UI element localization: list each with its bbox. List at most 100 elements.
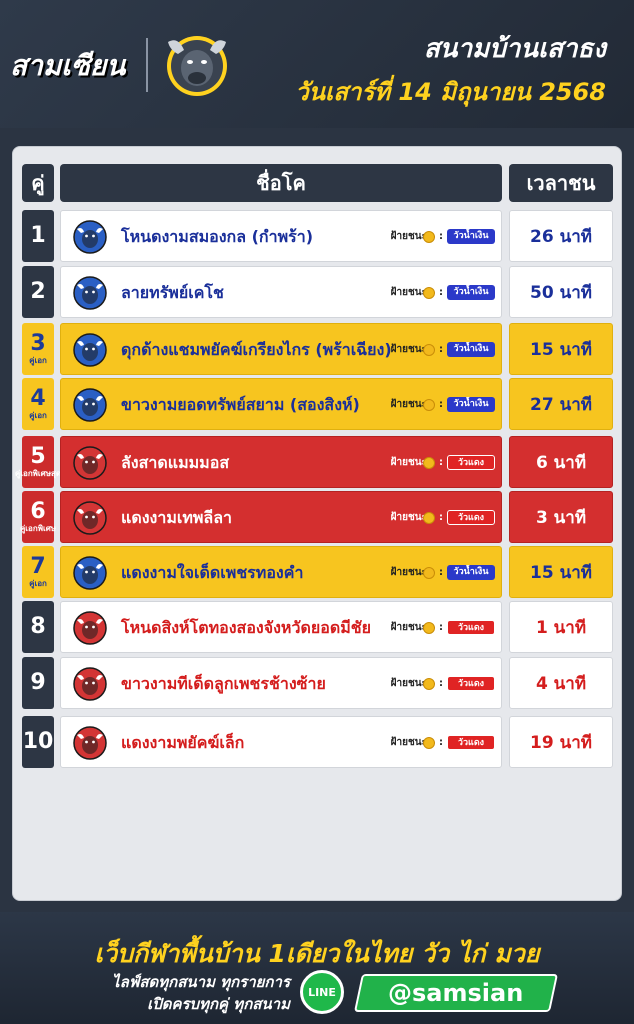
table-row: 2 ลายทรัพย์เคโช ฝ้ายชนะ: วัวน้ำเงิน 50 นาที bbox=[0, 266, 634, 318]
winner-side-label: ฝ้ายชนะ bbox=[390, 457, 427, 468]
bull-name-cell: ลังสาดแมมมอส ฝ้ายชนะ: วัวแดง bbox=[60, 436, 502, 488]
match-number-value: 5 bbox=[30, 444, 46, 469]
col-head-time: เวลาชน bbox=[509, 164, 613, 202]
separator-colon: : bbox=[439, 567, 443, 578]
bull-name: ขาวงามยอดทรัพย์สยาม (สองสิงห์) bbox=[121, 395, 360, 414]
match-tier-label: คู่เอก bbox=[29, 411, 47, 420]
bull-side-badge: วัวน้ำเงิน bbox=[447, 342, 495, 357]
fight-time: 19 นาที bbox=[509, 716, 613, 768]
match-number-value: 2 bbox=[30, 279, 46, 304]
bull-name: โหนดงามสมองกล (กำพร้า) bbox=[121, 227, 314, 246]
blue-bull-icon bbox=[73, 220, 107, 254]
match-number-value: 3 bbox=[30, 331, 46, 356]
blue-bull-icon bbox=[73, 276, 107, 310]
col-head-name: ชื่อโค bbox=[60, 164, 502, 202]
arena-title: สนามบ้านเสาธง bbox=[423, 34, 606, 64]
bull-name: แดงงามใจเด็ดเพชรทองคำ bbox=[121, 563, 304, 582]
table-row: 6 คู่เอกพิเศษ แดงงามเทพลีลา ฝ้ายชนะ: วัวแดง 3… bbox=[0, 491, 634, 543]
fight-time: 50 นาที bbox=[509, 266, 613, 318]
red-bull-icon bbox=[73, 726, 107, 760]
match-number: 7 คู่เอก bbox=[22, 546, 54, 598]
match-number: 4 คู่เอก bbox=[22, 378, 54, 430]
winner-side-label: ฝ้ายชนะ bbox=[390, 399, 427, 410]
red-bull-icon bbox=[73, 501, 107, 535]
bull-name: ขาวงามทีเด็ดลูกเพชรช้างซ้าย bbox=[121, 674, 326, 693]
line-id-text: @samsian bbox=[388, 979, 524, 1007]
separator-colon: : bbox=[439, 231, 443, 242]
blue-bull-icon bbox=[73, 556, 107, 590]
match-number: 6 คู่เอกพิเศษ bbox=[19, 491, 57, 543]
table-row: 10 แดงงามพยัคฆ์เล็ก ฝ้ายชนะ: วัวแดง 19 นาที bbox=[0, 716, 634, 768]
match-number: 10 bbox=[22, 716, 54, 768]
bull-name-cell: โหนดสิงห์โตทองสองจังหวัดยอดมีชัย ฝ้ายชนะ:… bbox=[60, 601, 502, 653]
bull-logo-icon bbox=[167, 36, 227, 96]
blue-bull-icon bbox=[73, 388, 107, 422]
table-row: 5 คู่เอกพิเศษสุด ลังสาดแมมมอส ฝ้ายชนะ: วัวแด… bbox=[0, 436, 634, 488]
coin-icon bbox=[423, 737, 435, 749]
coin-icon bbox=[423, 678, 435, 690]
coin-icon bbox=[423, 344, 435, 356]
col-head-num: คู่ bbox=[22, 164, 54, 202]
coin-icon bbox=[423, 512, 435, 524]
match-number: 3 คู่เอก bbox=[22, 323, 54, 375]
winner-side-label: ฝ้ายชนะ bbox=[390, 622, 427, 633]
line-id-button[interactable]: @samsian bbox=[353, 974, 559, 1012]
coin-icon bbox=[423, 622, 435, 634]
coin-icon bbox=[423, 567, 435, 579]
winner-side-label: ฝ้ายชนะ bbox=[390, 678, 427, 689]
footer-slogan: เว็บกีฬาพื้นบ้าน 1เดียวในไทย วัว ไก่ มวย bbox=[94, 939, 540, 968]
fight-time: 27 นาที bbox=[509, 378, 613, 430]
bull-name-cell: ดุกด้างแชมพยัคฆ์เกรียงไกร (พร้าเฉียง) ฝ้า… bbox=[60, 323, 502, 375]
bull-side-badge: วัวแดง bbox=[447, 455, 495, 470]
fight-time: 1 นาที bbox=[509, 601, 613, 653]
separator-colon: : bbox=[439, 678, 443, 689]
separator-colon: : bbox=[439, 512, 443, 523]
bull-side-badge: วัวแดง bbox=[447, 676, 495, 691]
match-number-value: 9 bbox=[30, 670, 46, 695]
coin-icon bbox=[423, 287, 435, 299]
bull-name-cell: ลายทรัพย์เคโช ฝ้ายชนะ: วัวน้ำเงิน bbox=[60, 266, 502, 318]
coin-icon bbox=[423, 231, 435, 243]
bull-name: แดงงามพยัคฆ์เล็ก bbox=[121, 733, 245, 752]
fight-time: 4 นาที bbox=[509, 657, 613, 709]
match-number-value: 10 bbox=[22, 729, 54, 754]
bull-side-badge: วัวน้ำเงิน bbox=[447, 285, 495, 300]
match-number: 9 bbox=[22, 657, 54, 709]
match-number-value: 4 bbox=[30, 386, 46, 411]
match-number: 8 bbox=[22, 601, 54, 653]
winner-side-label: ฝ้ายชนะ bbox=[390, 287, 427, 298]
bull-side-badge: วัวน้ำเงิน bbox=[447, 397, 495, 412]
bull-name: ลังสาดแมมมอส bbox=[121, 453, 230, 472]
bull-name-cell: ขาวงามทีเด็ดลูกเพชรช้างซ้าย ฝ้ายชนะ: วัวแด… bbox=[60, 657, 502, 709]
match-number: 1 bbox=[22, 210, 54, 262]
bull-name-cell: แดงงามพยัคฆ์เล็ก ฝ้ายชนะ: วัวแดง bbox=[60, 716, 502, 768]
match-number-value: 6 bbox=[30, 499, 46, 524]
fight-time: 3 นาที bbox=[509, 491, 613, 543]
match-tier-label: คู่เอกพิเศษ bbox=[19, 524, 57, 533]
bull-name-cell: โหนดงามสมองกล (กำพร้า) ฝ้ายชนะ: วัวน้ำเงิน bbox=[60, 210, 502, 262]
match-number: 2 bbox=[22, 266, 54, 318]
table-row: 9 ขาวงามทีเด็ดลูกเพชรช้างซ้าย ฝ้ายชนะ: วัวแ… bbox=[0, 657, 634, 709]
winner-side-label: ฝ้ายชนะ bbox=[390, 231, 427, 242]
coin-icon bbox=[423, 399, 435, 411]
match-tier-label: คู่เอก bbox=[29, 356, 47, 365]
winner-side-label: ฝ้ายชนะ bbox=[390, 567, 427, 578]
fight-time: 15 นาที bbox=[509, 546, 613, 598]
separator-colon: : bbox=[439, 622, 443, 633]
bull-name-cell: แดงงามเทพลีลา ฝ้ายชนะ: วัวแดง bbox=[60, 491, 502, 543]
bull-name-cell: แดงงามใจเด็ดเพชรทองคำ ฝ้ายชนะ: วัวน้ำเงิน bbox=[60, 546, 502, 598]
table-row: 3 คู่เอก ดุกด้างแชมพยัคฆ์เกรียงไกร (พร้าเฉ… bbox=[0, 323, 634, 375]
separator-colon: : bbox=[439, 737, 443, 748]
red-bull-icon bbox=[73, 667, 107, 701]
winner-side-label: ฝ้ายชนะ bbox=[390, 344, 427, 355]
line-icon-label: LINE bbox=[308, 985, 336, 999]
red-bull-icon bbox=[73, 446, 107, 480]
logo-divider bbox=[146, 38, 148, 92]
table-row: 7 คู่เอก แดงงามใจเด็ดเพชรทองคำ ฝ้ายชนะ: วัวน… bbox=[0, 546, 634, 598]
match-number-value: 7 bbox=[30, 554, 46, 579]
fight-time: 15 นาที bbox=[509, 323, 613, 375]
line-app-icon[interactable]: LINE bbox=[300, 970, 344, 1014]
bull-side-badge: วัวน้ำเงิน bbox=[447, 229, 495, 244]
bull-side-badge: วัวแดง bbox=[447, 620, 495, 635]
match-number: 5 คู่เอกพิเศษสุด bbox=[15, 436, 61, 488]
